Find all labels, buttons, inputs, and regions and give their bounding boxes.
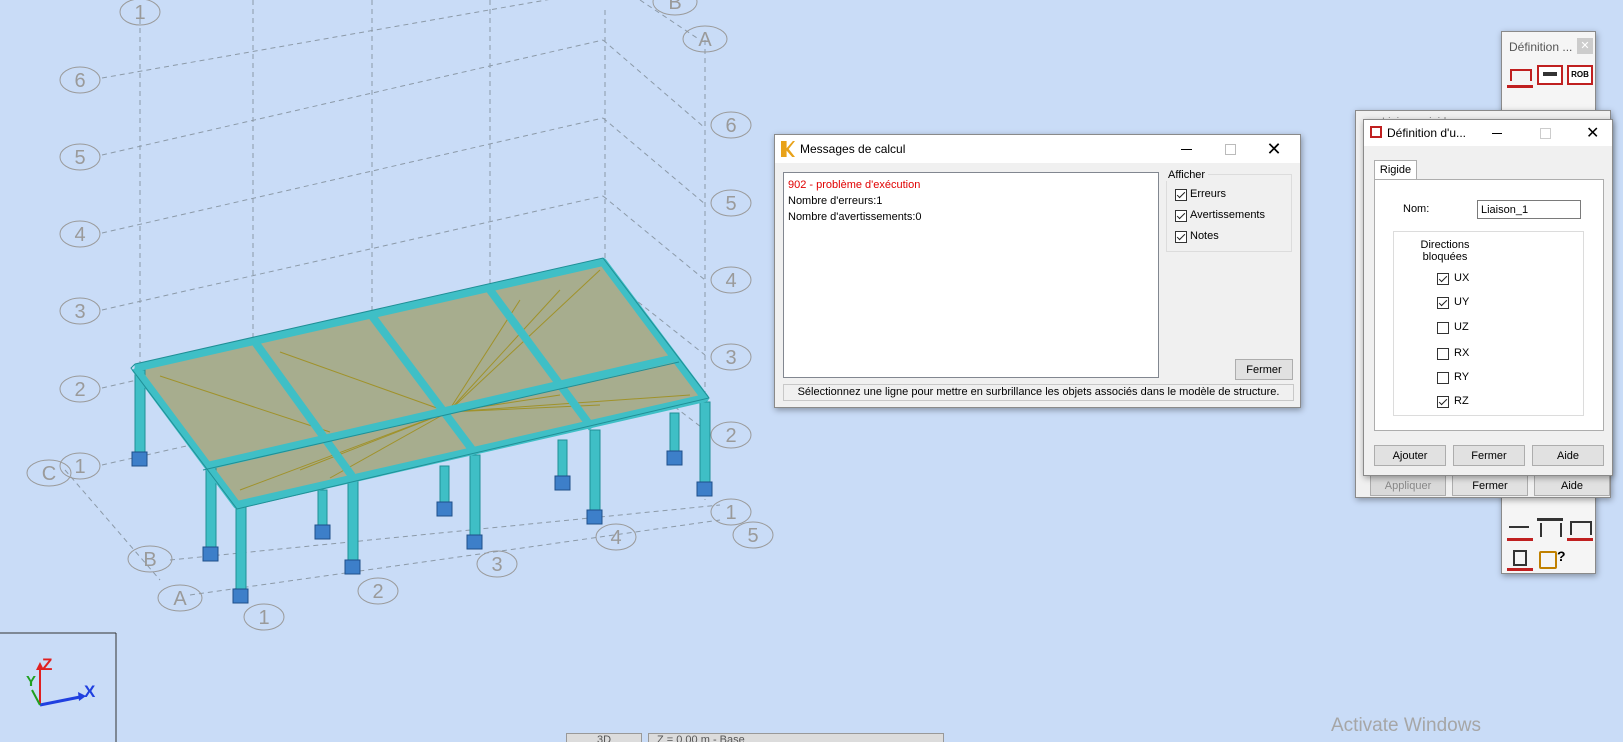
- maximize-icon: [1224, 143, 1236, 155]
- direction-checkbox-ry[interactable]: [1437, 372, 1449, 384]
- grid-label: 3: [491, 554, 502, 576]
- tab-panel: Nom: Directions bloquées UX UY UZ RX RY …: [1374, 179, 1604, 431]
- close-icon[interactable]: ✕: [1586, 123, 1599, 143]
- grid-label: 1: [134, 2, 145, 24]
- filter-label: Avertissements: [1190, 209, 1265, 221]
- direction-checkbox-ux[interactable]: [1437, 273, 1449, 285]
- maximize-button[interactable]: [1208, 135, 1252, 163]
- axis-x-label: X: [84, 682, 96, 701]
- direction-checkbox-uz[interactable]: [1437, 322, 1449, 334]
- load-frame-icon[interactable]: [1567, 518, 1593, 541]
- afficher-label: Afficher: [1165, 169, 1209, 181]
- dimension-icon[interactable]: [1507, 518, 1533, 541]
- filter-checkbox-avertissements[interactable]: [1175, 210, 1187, 222]
- close-button[interactable]: ✕: [1252, 135, 1296, 163]
- rob-icon[interactable]: ROB: [1567, 65, 1593, 85]
- directions-group: Directions bloquées UX UY UZ RX RY RZ: [1393, 231, 1584, 416]
- level-field[interactable]: Z = 0.00 m - Base: [648, 733, 944, 742]
- fermer-button-dialog[interactable]: Fermer: [1453, 445, 1525, 466]
- calc-note-icon[interactable]: [1537, 65, 1563, 85]
- palette-close-icon[interactable]: ✕: [1577, 38, 1593, 54]
- messages-title: Messages de calcul: [800, 142, 906, 156]
- grid-label: 1: [258, 607, 269, 629]
- status-bar: 3D Z = 0.00 m - Base: [566, 733, 946, 742]
- fermer-button[interactable]: Fermer: [1235, 359, 1293, 380]
- direction-label: RZ: [1454, 395, 1469, 407]
- grid-label: 1: [725, 502, 736, 524]
- direction-label: UZ: [1454, 321, 1469, 333]
- appliquer-button[interactable]: Appliquer: [1370, 475, 1446, 496]
- grid-label: 5: [747, 525, 758, 547]
- support-icon[interactable]: [1507, 65, 1533, 88]
- grid-label: A: [698, 29, 712, 51]
- grid-label: 3: [725, 347, 736, 369]
- dialog-app-icon: [1370, 126, 1382, 138]
- name-input[interactable]: [1477, 200, 1581, 219]
- filter-label: Notes: [1190, 230, 1219, 242]
- frame-icon[interactable]: [1537, 518, 1563, 541]
- message-line-error[interactable]: 902 - problème d'exécution: [788, 177, 1154, 193]
- app-logo-icon: [781, 141, 795, 157]
- direction-checkbox-rz[interactable]: [1437, 396, 1449, 408]
- tab-rigide[interactable]: Rigide: [1374, 160, 1417, 180]
- grid-label: 4: [74, 224, 85, 246]
- minimize-icon: [1180, 148, 1192, 150]
- grid-label: 6: [74, 70, 85, 92]
- filter-checkbox-erreurs[interactable]: [1175, 189, 1187, 201]
- grid-label: A: [173, 588, 187, 610]
- fixed-support-icon[interactable]: [1507, 548, 1533, 571]
- afficher-group: Afficher Erreurs Avertissements Notes: [1165, 169, 1292, 252]
- ajouter-button[interactable]: Ajouter: [1374, 445, 1446, 466]
- grid-label: B: [668, 0, 681, 14]
- name-label: Nom:: [1403, 203, 1430, 215]
- grid-label: 1: [74, 456, 85, 478]
- grid-label: 4: [610, 527, 621, 549]
- direction-label: RX: [1454, 347, 1470, 359]
- grid-label: 4: [725, 270, 736, 292]
- rigid-link-title: Définition d'u...: [1387, 126, 1467, 140]
- maximize-icon[interactable]: [1540, 128, 1551, 139]
- axis-z-label: Z: [42, 655, 52, 674]
- grid-label: 2: [74, 379, 85, 401]
- messages-dialog: Messages de calcul ✕ 902 - problème d'ex…: [774, 134, 1301, 408]
- message-line[interactable]: Nombre d'avertissements:0: [788, 209, 1154, 225]
- view-mode-field[interactable]: 3D: [566, 733, 642, 742]
- help-query-icon[interactable]: ?: [1537, 548, 1566, 569]
- grid-label: 5: [725, 193, 736, 215]
- message-line[interactable]: Nombre d'erreurs:1: [788, 193, 1154, 209]
- palette-title: Définition ...: [1509, 40, 1573, 54]
- direction-label: UX: [1454, 272, 1470, 284]
- grid-label: B: [143, 549, 156, 571]
- grid-label: 2: [372, 581, 383, 603]
- grid-label: 6: [725, 115, 736, 137]
- status-text: Sélectionnez une ligne pour mettre en su…: [783, 384, 1294, 401]
- axis-triad: Z Y X: [0, 632, 117, 742]
- aide-button[interactable]: Aide: [1532, 445, 1604, 466]
- grid-label: C: [42, 463, 56, 485]
- direction-label: UY: [1454, 296, 1470, 308]
- messages-titlebar[interactable]: Messages de calcul ✕: [775, 135, 1300, 163]
- direction-checkbox-rx[interactable]: [1437, 348, 1449, 360]
- fermer-button-behind[interactable]: Fermer: [1452, 475, 1528, 496]
- rigid-link-titlebar[interactable]: Définition d'u... ✕: [1364, 120, 1612, 146]
- minimize-icon[interactable]: [1492, 133, 1502, 134]
- direction-checkbox-uy[interactable]: [1437, 297, 1449, 309]
- axis-y-label: Y: [26, 673, 36, 690]
- aide-button-behind[interactable]: Aide: [1534, 475, 1610, 496]
- activate-windows-watermark: Activate Windows: [1331, 715, 1481, 736]
- filter-label: Erreurs: [1190, 188, 1227, 200]
- grid-label: 5: [74, 147, 85, 169]
- directions-label: Directions bloquées: [1420, 239, 1470, 263]
- filter-checkbox-notes[interactable]: [1175, 231, 1187, 243]
- minimize-button[interactable]: [1164, 135, 1208, 163]
- grid-label: 3: [74, 301, 85, 323]
- messages-list[interactable]: 902 - problème d'exécution Nombre d'erre…: [783, 172, 1159, 378]
- close-icon: ✕: [1266, 138, 1282, 159]
- grid-label: 2: [725, 425, 736, 447]
- direction-label: RY: [1454, 371, 1470, 383]
- help-glyph: ?: [1557, 548, 1566, 564]
- rigid-link-dialog: Définition d'u... ✕ Rigide Nom: Directio…: [1363, 119, 1613, 476]
